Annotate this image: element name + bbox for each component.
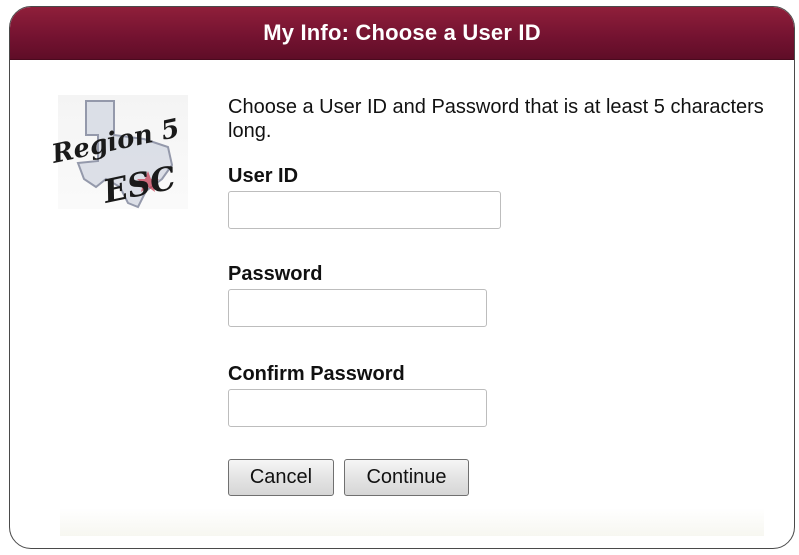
footer-band xyxy=(60,508,764,536)
confirm-password-input[interactable] xyxy=(228,389,487,427)
password-input[interactable] xyxy=(228,289,487,327)
dialog-title-bar: My Info: Choose a User ID xyxy=(10,7,794,60)
cancel-button[interactable]: Cancel xyxy=(228,459,334,496)
instructions-text: Choose a User ID and Password that is at… xyxy=(228,96,764,142)
user-id-label: User ID xyxy=(228,165,299,187)
dialog-title: My Info: Choose a User ID xyxy=(263,20,541,45)
user-id-input[interactable] xyxy=(228,191,501,229)
choose-user-id-dialog: My Info: Choose a User ID Region 5 ESC C… xyxy=(9,6,795,549)
region-5-esc-logo: Region 5 ESC xyxy=(48,87,198,217)
dialog-content: Choose a User ID and Password that is at… xyxy=(228,95,768,496)
continue-button[interactable]: Continue xyxy=(344,459,469,496)
confirm-password-label: Confirm Password xyxy=(228,363,405,385)
button-row: Cancel Continue xyxy=(228,459,768,496)
password-label: Password xyxy=(228,263,323,285)
